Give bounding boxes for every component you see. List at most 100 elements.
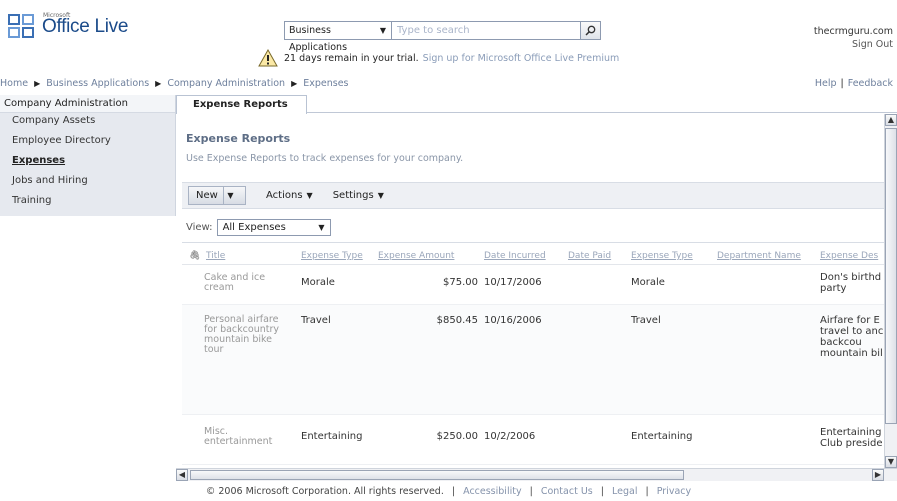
row-title[interactable]: Personal airfare for backcountry mountai… — [204, 315, 286, 355]
row-date-incurred: 10/17/2006 — [484, 277, 542, 288]
view-select[interactable]: All Expenses ▼ — [216, 219, 331, 236]
sidebar-heading[interactable]: Company Administration — [0, 95, 175, 113]
row-title[interactable]: Misc. entertainment — [204, 427, 286, 447]
breadcrumb-expenses: Expenses — [303, 78, 349, 89]
sidebar-item-jobs-and-hiring[interactable]: Jobs and Hiring — [0, 173, 175, 193]
view-select-value: All Expenses — [222, 222, 286, 233]
column-header-expense-amount[interactable]: Expense Amount — [378, 251, 454, 261]
new-button-label: New — [196, 190, 218, 201]
divider: | — [451, 486, 456, 497]
column-header-title[interactable]: Title — [206, 251, 225, 261]
divider: | — [840, 78, 844, 89]
divider: | — [600, 486, 604, 497]
row-expense-description: Don's birthd party — [820, 272, 882, 294]
logo-microsoft-text: Microsoft — [43, 12, 71, 19]
view-selector: View: All Expenses ▼ — [186, 219, 331, 236]
sidebar-item-training[interactable]: Training — [0, 193, 175, 213]
row-title[interactable]: Cake and ice cream — [204, 273, 286, 293]
actions-menu[interactable]: Actions ▼ — [266, 190, 313, 201]
scroll-down-icon[interactable]: ▼ — [885, 456, 897, 468]
row-expense-amount: $250.00 — [436, 431, 478, 442]
chevron-down-icon: ▼ — [377, 191, 384, 200]
search-scope-select[interactable]: Business Applications ▼ — [284, 21, 392, 53]
logo-name: Office Live — [42, 16, 129, 37]
settings-menu[interactable]: Settings ▼ — [333, 190, 384, 201]
help-link[interactable]: Help — [815, 78, 837, 89]
breadcrumb: Home ▶ Business Applications ▶ Company A… — [0, 78, 348, 89]
row-expense-type-2: Travel — [631, 315, 661, 326]
tab-expense-reports[interactable]: Expense Reports — [176, 95, 307, 114]
settings-menu-label: Settings — [332, 190, 374, 201]
chevron-down-icon: ▼ — [379, 26, 386, 35]
help-links: Help | Feedback — [815, 78, 893, 89]
legal-link[interactable]: Legal — [612, 486, 637, 497]
scroll-up-icon[interactable]: ▲ — [885, 114, 897, 126]
row-expense-type-2: Morale — [631, 277, 665, 288]
feedback-link[interactable]: Feedback — [848, 78, 893, 89]
column-header-date-incurred[interactable]: Date Incurred — [484, 251, 546, 261]
accessibility-link[interactable]: Accessibility — [463, 486, 521, 497]
row-date-incurred: 10/2/2006 — [484, 431, 536, 442]
row-expense-type-2: Entertaining — [631, 431, 693, 442]
row-expense-amount: $75.00 — [443, 277, 478, 288]
table-row[interactable]: Misc. entertainment Entertaining $250.00… — [182, 415, 885, 465]
breadcrumb-business-applications[interactable]: Business Applications — [46, 78, 149, 89]
horizontal-scrollbar[interactable]: ◀ ▶ — [176, 468, 897, 481]
horizontal-scroll-thumb[interactable] — [190, 470, 684, 480]
row-date-incurred: 10/16/2006 — [484, 315, 542, 326]
trial-signup-link[interactable]: Sign up for Microsoft Office Live Premiu… — [423, 53, 620, 64]
row-expense-description: Airfare for E travel to anc the backcou … — [820, 315, 885, 359]
vertical-scrollbar[interactable]: ▲ ▼ — [884, 114, 897, 468]
sidebar: Company Administration Company Assets Em… — [0, 95, 176, 216]
table-row[interactable]: Cake and ice cream Morale $75.00 10/17/2… — [182, 265, 885, 305]
scroll-right-icon[interactable]: ▶ — [872, 469, 884, 481]
breadcrumb-arrow-icon: ▶ — [291, 79, 298, 88]
search-button[interactable] — [581, 21, 601, 40]
search-bar: Business Applications ▼ Type to search — [284, 21, 601, 53]
divider: | — [529, 486, 533, 497]
main-content: Expense Reports Use Expense Reports to t… — [176, 114, 885, 468]
search-input[interactable]: Type to search — [392, 21, 581, 40]
row-expense-type: Morale — [301, 277, 335, 288]
column-header-expense-type-2[interactable]: Expense Type — [631, 251, 693, 261]
account-name: thecrmguru.com — [813, 26, 893, 37]
view-label: View: — [186, 222, 213, 233]
breadcrumb-arrow-icon: ▶ — [34, 79, 41, 88]
account-area: thecrmguru.com Sign Out — [814, 25, 893, 51]
column-header-department-name[interactable]: Department Name — [717, 251, 801, 261]
sign-out-link[interactable]: Sign Out — [814, 38, 893, 51]
table-row[interactable]: Personal airfare for backcountry mountai… — [182, 305, 885, 415]
attachment-icon: 🖇 — [189, 251, 201, 261]
footer: © 2006 Microsoft Corporation. All rights… — [0, 486, 897, 497]
list-toolbar: New ▼ Actions ▼ Settings ▼ — [182, 182, 885, 209]
column-header-date-paid[interactable]: Date Paid — [568, 251, 611, 261]
trial-banner: 21 days remain in your trial. Sign up fo… — [258, 49, 619, 67]
divider: | — [645, 486, 649, 497]
tab-bar: Expense Reports — [176, 95, 897, 114]
breadcrumb-home[interactable]: Home — [0, 78, 28, 89]
row-expense-amount: $850.45 — [436, 315, 478, 326]
privacy-link[interactable]: Privacy — [657, 486, 691, 497]
actions-menu-label: Actions — [266, 190, 303, 201]
chevron-down-icon: ▼ — [306, 191, 313, 200]
sidebar-item-expenses[interactable]: Expenses — [0, 153, 175, 173]
sidebar-item-employee-directory[interactable]: Employee Directory — [0, 133, 175, 153]
scroll-left-icon[interactable]: ◀ — [176, 469, 188, 481]
table-header: 🖇 Title Expense Type Expense Amount Date… — [182, 243, 885, 265]
office-live-logo[interactable]: Microsoft Office Live — [8, 12, 129, 40]
column-header-expense-type[interactable]: Expense Type — [301, 251, 363, 261]
page-title: Expense Reports — [186, 132, 291, 145]
vertical-scroll-thumb[interactable] — [885, 128, 897, 424]
row-expense-type: Travel — [301, 315, 331, 326]
sidebar-item-company-assets[interactable]: Company Assets — [0, 113, 175, 133]
row-expense-type: Entertaining — [301, 431, 363, 442]
office-live-logo-icon — [8, 14, 38, 40]
chevron-down-icon[interactable]: ▼ — [223, 187, 237, 204]
breadcrumb-arrow-icon: ▶ — [155, 79, 162, 88]
row-expense-description: Entertaining Club preside — [820, 427, 883, 449]
breadcrumb-company-administration[interactable]: Company Administration — [167, 78, 285, 89]
contact-us-link[interactable]: Contact Us — [541, 486, 593, 497]
chevron-down-icon: ▼ — [318, 223, 325, 232]
new-button[interactable]: New ▼ — [188, 186, 246, 205]
column-header-expense-description[interactable]: Expense Des — [820, 251, 878, 261]
